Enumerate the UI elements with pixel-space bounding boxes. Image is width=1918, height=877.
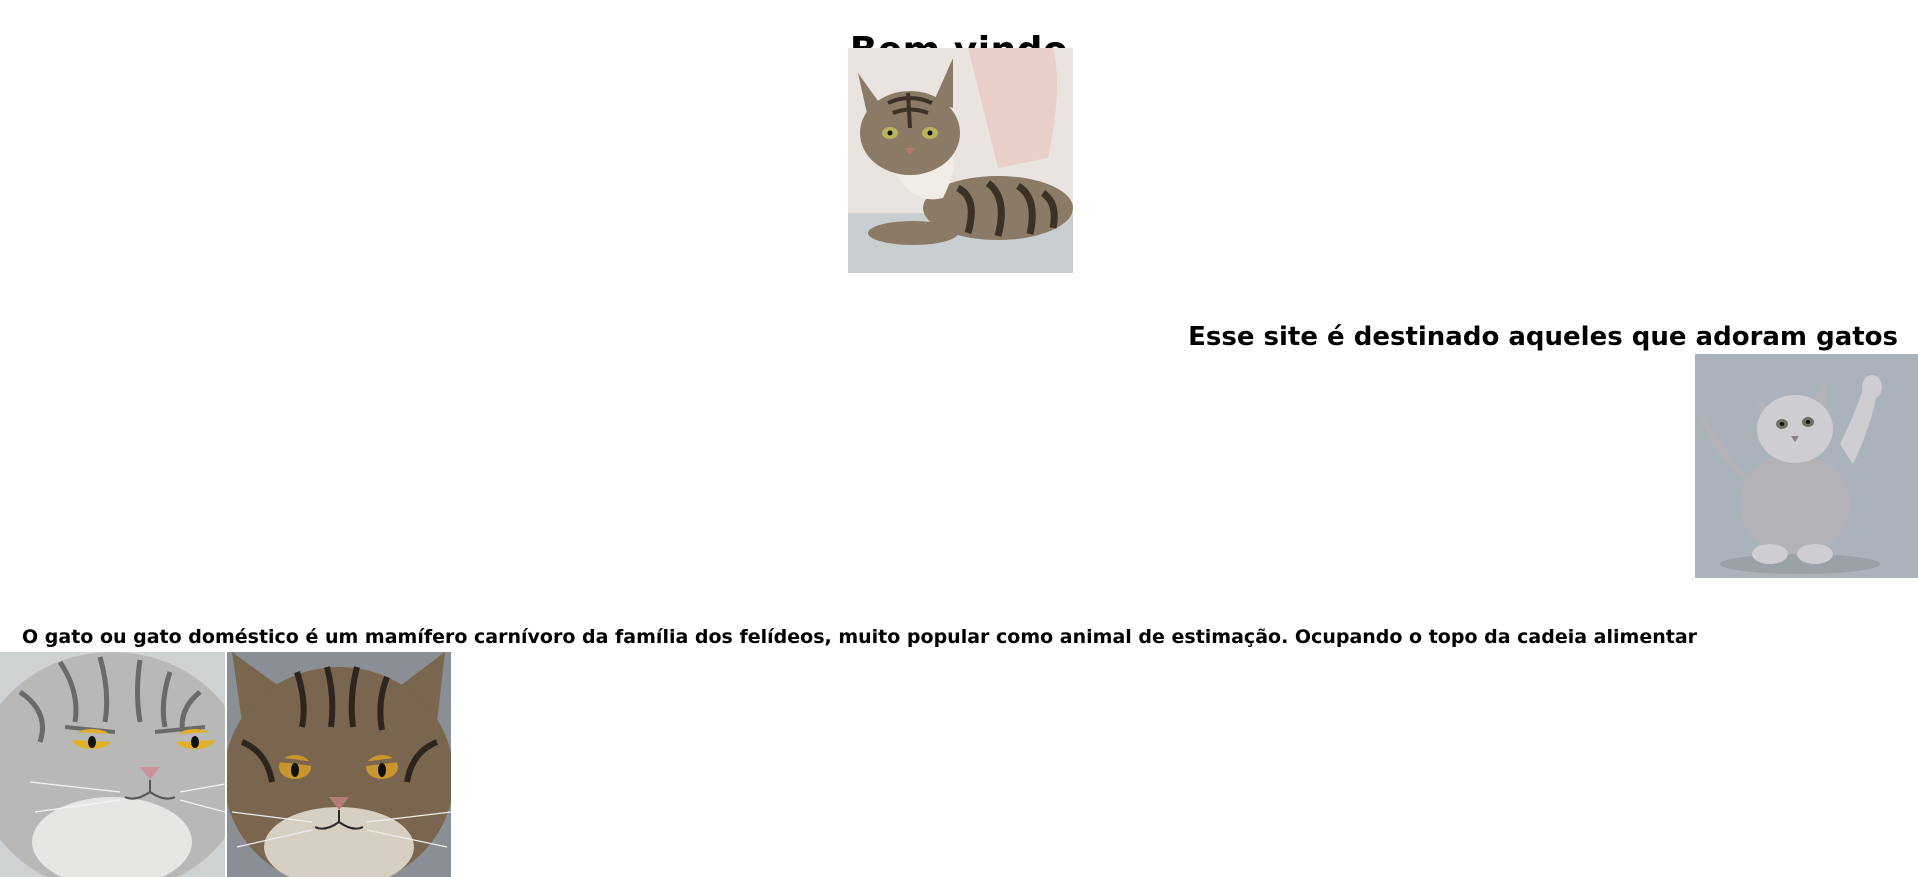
subtitle-heading: Esse site é destinado aqueles que adoram… [1188,321,1898,352]
grey-kitten-waving-photo [1695,354,1918,578]
grumpy-tabby-cat-photo [227,652,451,877]
tabby-cat-lying-photo [848,48,1073,273]
grumpy-silver-cat-photo [0,652,225,877]
cat-description-paragraph: O gato ou gato doméstico é um mamífero c… [22,626,1698,648]
page: Bem vindo Esse site é destinado aqueles … [0,0,1918,877]
